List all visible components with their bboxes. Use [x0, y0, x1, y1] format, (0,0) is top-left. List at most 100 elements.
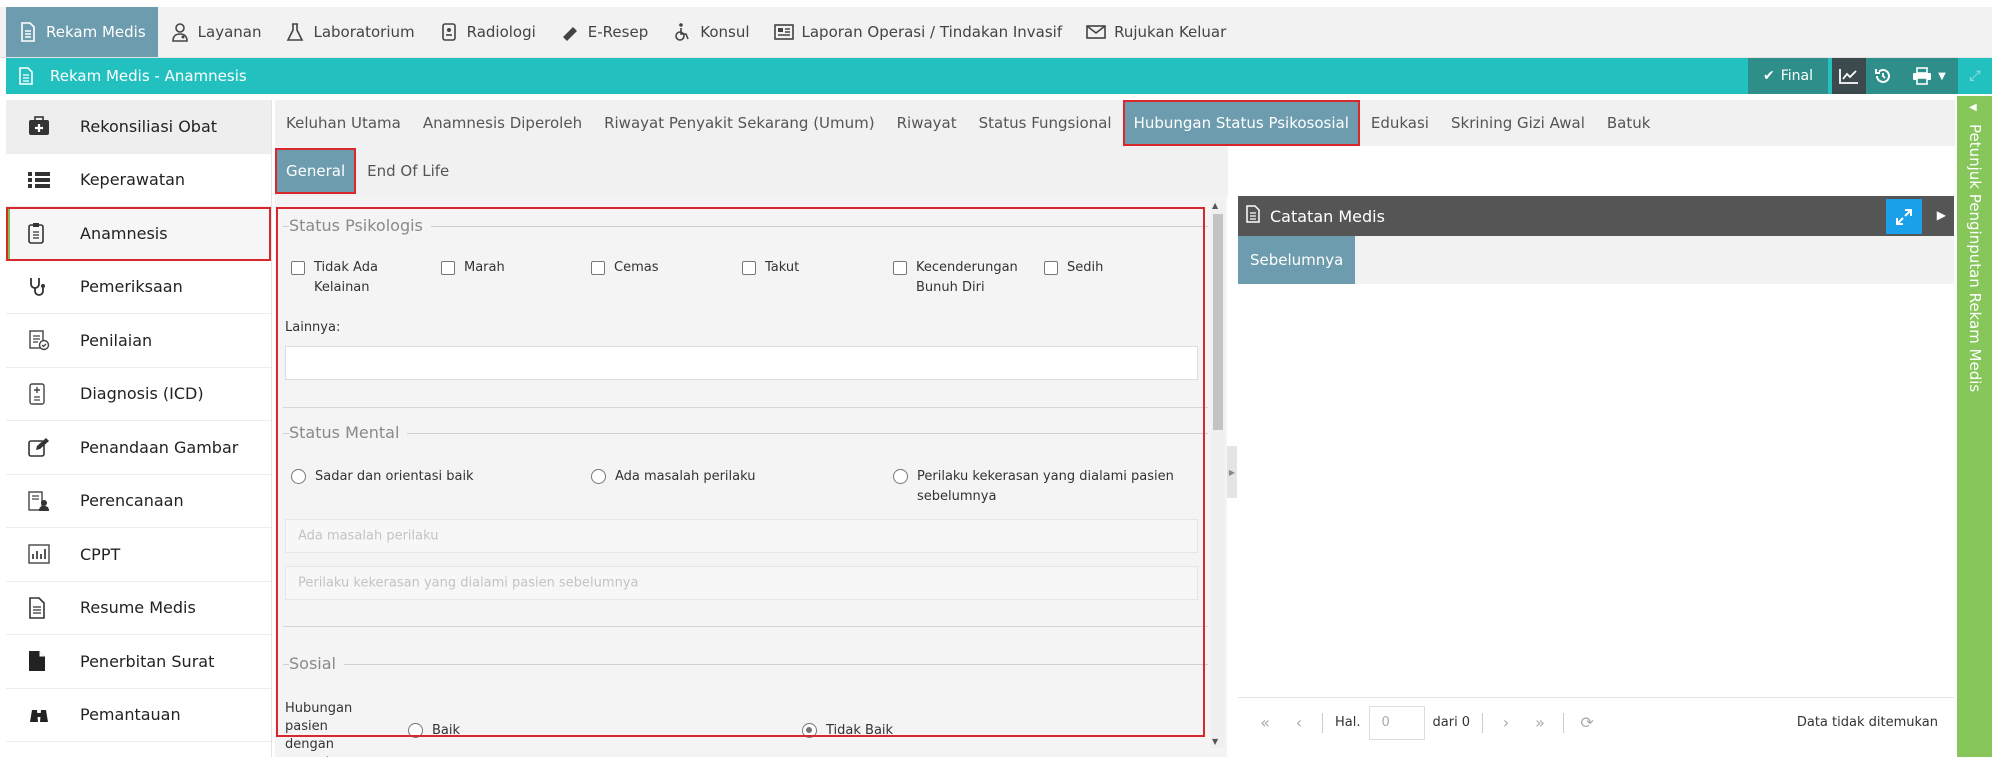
expand-panel-button[interactable] — [1886, 199, 1922, 234]
lainnya-input[interactable] — [285, 346, 1198, 380]
radio-ada-masalah-perilaku[interactable]: Ada masalah perilaku — [591, 467, 756, 487]
masalah-perilaku-input[interactable]: Ada masalah perilaku — [285, 519, 1198, 553]
checkbox-box[interactable] — [591, 261, 605, 275]
binoculars-icon — [28, 706, 66, 724]
radio-circle[interactable] — [893, 469, 908, 484]
print-button[interactable]: ▼ — [1900, 58, 1958, 94]
checkbox-label: Marah — [464, 260, 505, 275]
user-doctor-icon — [170, 22, 190, 42]
radio-circle[interactable] — [408, 723, 423, 738]
petunjuk-side-tab[interactable]: ◀ Petunjuk Penginputan Rekam Medis — [1957, 96, 1992, 757]
tab-riwayat[interactable]: Riwayat — [886, 100, 968, 146]
file-icon — [28, 650, 66, 672]
caret-down-icon: ▼ — [1938, 70, 1946, 82]
sidebar-item-keperawatan[interactable]: Keperawatan — [6, 154, 271, 207]
sidebar-item-anamnesis[interactable]: Anamnesis — [6, 207, 271, 261]
title-toolbar: ✔ Final ▼ ⤢ — [1748, 58, 1992, 94]
radio-circle[interactable] — [591, 469, 606, 484]
tab-batuk[interactable]: Batuk — [1596, 100, 1662, 146]
menu-laboratorium[interactable]: Laboratorium — [273, 7, 426, 57]
first-page-icon[interactable]: « — [1248, 713, 1282, 732]
tab-riwayat-penyakit-sekarang[interactable]: Riwayat Penyakit Sekarang (Umum) — [593, 100, 886, 146]
sidebar-item-label: Keperawatan — [80, 170, 186, 190]
checkbox-marah[interactable]: Marah — [441, 258, 505, 278]
document-icon — [1246, 205, 1264, 227]
final-button[interactable]: ✔ Final — [1748, 58, 1828, 94]
menu-rekam-medis[interactable]: Rekam Medis — [6, 7, 158, 57]
tab-skrining-gizi-awal[interactable]: Skrining Gizi Awal — [1440, 100, 1596, 146]
next-page-icon[interactable]: › — [1489, 713, 1523, 732]
sidebar-item-pemeriksaan[interactable]: Pemeriksaan — [6, 261, 271, 314]
tab-status-fungsional[interactable]: Status Fungsional — [968, 100, 1123, 146]
radio-perilaku-kekerasan[interactable]: Perilaku kekerasan yang dialami pasien s… — [893, 467, 1193, 507]
sidebar-item-penilaian[interactable]: Penilaian — [6, 314, 271, 368]
section-title-bar: Rekam Medis - Anamnesis ✔ Final ▼ ⤢ — [6, 58, 1992, 94]
perilaku-kekerasan-input[interactable]: Perilaku kekerasan yang dialami pasien s… — [285, 566, 1198, 600]
scroll-up-icon[interactable]: ▲ — [1212, 201, 1218, 210]
checkbox-cemas[interactable]: Cemas — [591, 258, 658, 278]
checkbox-box[interactable] — [441, 261, 455, 275]
input-placeholder: Ada masalah perilaku — [298, 528, 439, 544]
checkbox-kecenderungan-bunuh-diri[interactable]: Kecenderungan Bunuh Diri — [893, 258, 1018, 298]
sidebar-item-cppt[interactable]: CPPT — [6, 528, 271, 582]
sosial-title: Sosial — [289, 654, 344, 673]
menu-e-resep[interactable]: E-Resep — [548, 7, 660, 57]
prev-page-icon[interactable]: ‹ — [1282, 713, 1316, 732]
form-scrollbar-thumb[interactable] — [1213, 214, 1223, 430]
radio-sadar-orientasi-baik[interactable]: Sadar dan orientasi baik — [291, 467, 474, 487]
tab-keluhan-utama[interactable]: Keluhan Utama — [275, 100, 412, 146]
menu-laporan-operasi[interactable]: Laporan Operasi / Tindakan Invasif — [762, 7, 1075, 57]
tab-anamnesis-diperoleh[interactable]: Anamnesis Diperoleh — [412, 100, 593, 146]
radio-circle[interactable] — [802, 723, 817, 738]
checkbox-box[interactable] — [291, 261, 305, 275]
sidebar-item-rekonsiliasi-obat[interactable]: Rekonsiliasi Obat — [6, 100, 271, 154]
history-button[interactable] — [1866, 58, 1900, 94]
pager-separator — [1482, 712, 1484, 733]
assessment-icon — [28, 329, 66, 351]
sidebar-item-penerbitan-surat[interactable]: Penerbitan Surat — [6, 635, 271, 689]
last-page-icon[interactable]: » — [1523, 713, 1557, 732]
refresh-icon[interactable]: ⟳ — [1570, 713, 1604, 732]
checkbox-takut[interactable]: Takut — [742, 258, 799, 278]
hubungan-pasien-label: Hubungan pasien dengan anggota — [285, 701, 353, 757]
tab-general[interactable]: General — [275, 148, 357, 194]
tab-hubungan-status-psikososial[interactable]: Hubungan Status Psikososial — [1122, 100, 1360, 146]
sidebar-item-resume-medis[interactable]: Resume Medis — [6, 582, 271, 635]
checkbox-tidak-ada-kelainan[interactable]: Tidak Ada Kelainan — [291, 258, 401, 298]
checkbox-box[interactable] — [893, 261, 907, 275]
radio-baik[interactable]: Baik — [408, 721, 460, 741]
sidebar-item-diagnosis[interactable]: Diagnosis (ICD) — [6, 368, 271, 421]
chart-button[interactable] — [1832, 58, 1866, 94]
menu-rujukan-keluar[interactable]: Rujukan Keluar — [1074, 7, 1238, 57]
sidebar-item-label: Diagnosis (ICD) — [80, 384, 204, 404]
section-divider — [283, 626, 1208, 627]
fieldset-border — [283, 433, 1208, 434]
sidebar-item-penandaan-gambar[interactable]: Penandaan Gambar — [6, 421, 271, 475]
radio-tidak-baik[interactable]: Tidak Baik — [802, 721, 893, 741]
tab-edukasi[interactable]: Edukasi — [1360, 100, 1440, 146]
menu-layanan[interactable]: Layanan — [158, 7, 274, 57]
checkbox-box[interactable] — [1044, 261, 1058, 275]
expand-button[interactable]: ⤢ — [1958, 58, 1992, 94]
checkbox-sedih[interactable]: Sedih — [1044, 258, 1103, 278]
menu-radiologi[interactable]: Radiologi — [427, 7, 548, 57]
sidebar-item-perencanaan[interactable]: Perencanaan — [6, 475, 271, 528]
tab-end-of-life[interactable]: End Of Life — [356, 146, 460, 196]
catatan-medis-panel: Catatan Medis ▶ Sebelumnya « ‹ Hal. 0 da… — [1238, 196, 1954, 757]
panel-title: Catatan Medis — [1270, 206, 1385, 226]
radio-label: Tidak Baik — [826, 723, 894, 738]
page-input[interactable]: 0 — [1368, 705, 1425, 740]
panel-splitter[interactable]: ▶ — [1227, 446, 1237, 498]
tab-sebelumnya[interactable]: Sebelumnya — [1238, 236, 1356, 284]
caret-right-icon[interactable]: ▶ — [1937, 208, 1946, 222]
radio-circle[interactable] — [291, 469, 306, 484]
sidebar-item-label: Anamnesis — [80, 223, 168, 243]
checkbox-box[interactable] — [742, 261, 756, 275]
page-count: dari 0 — [1432, 715, 1471, 730]
sidebar-item-pemantauan[interactable]: Pemantauan — [6, 689, 271, 742]
menu-konsul[interactable]: Konsul — [660, 7, 761, 57]
scroll-down-icon[interactable]: ▼ — [1212, 737, 1218, 746]
panel-header: Catatan Medis ▶ — [1238, 196, 1954, 236]
status-mental-title: Status Mental — [289, 423, 408, 442]
petunjuk-label: Petunjuk Penginputan Rekam Medis — [1966, 124, 1984, 393]
